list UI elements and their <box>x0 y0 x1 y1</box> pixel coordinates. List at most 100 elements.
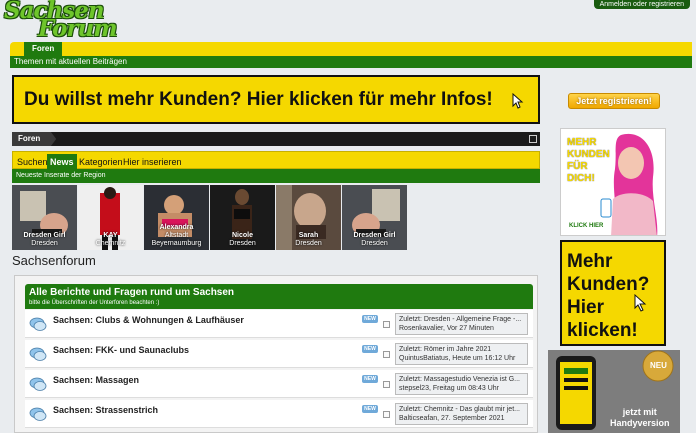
new-badge: NEW <box>362 345 378 353</box>
page-title: Sachsenforum <box>12 253 96 268</box>
ad2-line: Kunden? <box>567 274 650 295</box>
thumb-city: Dresden <box>31 240 58 247</box>
top-ad-banner[interactable]: Du willst mehr Kunden? Hier klicken für … <box>12 75 540 124</box>
tab-kategorien[interactable]: Kategorien <box>79 154 123 170</box>
tab-hier-inserieren[interactable]: Hier inserieren <box>123 154 182 170</box>
category-description: bitte die Überschriften der Unterforen b… <box>29 300 160 306</box>
forum-bubble-icon <box>29 377 47 391</box>
mark-read-icon[interactable] <box>383 411 390 418</box>
new-badge: NEW <box>362 315 378 323</box>
forum-row[interactable]: Sachsen: Strassenstrich NEW Zuletzt: Che… <box>25 400 533 428</box>
thumb-caption: Dresden Girl Dresden <box>12 232 77 248</box>
ad-thumbnails: Dresden Girl Dresden KAY Chemnitz Alexandr… <box>12 185 408 250</box>
forum-bubble-icon <box>29 407 47 421</box>
last-post-box[interactable]: Zuletzt: Massagestudio Venezia ist G... … <box>395 373 528 395</box>
last-post-meta: stepsel23, Freitag um 08:43 Uhr <box>399 385 499 392</box>
last-post-title[interactable]: Zuletzt: Dresden - Allgemeine Frage -... <box>399 315 524 324</box>
cursor-icon <box>512 92 524 114</box>
thumb-ad-1[interactable]: Dresden Girl Dresden <box>12 185 77 250</box>
forum-row[interactable]: Sachsen: Massagen NEW Zuletzt: Massagest… <box>25 370 533 398</box>
mark-read-icon[interactable] <box>383 321 390 328</box>
ads-panel: Suchen News Kategorien Hier inserieren N… <box>12 151 540 187</box>
ad3-line: Handyversion <box>610 418 670 428</box>
banner-text: Du willst mehr Kunden? Hier klicken für … <box>24 89 493 110</box>
thumb-name: Alexandra <box>159 224 194 231</box>
subnav-latest-threads[interactable]: Themen mit aktuellen Beiträgen <box>14 57 127 66</box>
ad2-line: Mehr <box>567 251 613 272</box>
ad1-line: DICH! <box>567 173 595 184</box>
main-nav: Foren <box>10 42 692 56</box>
ad3-line: jetzt mit <box>622 407 657 417</box>
tab-news[interactable]: News <box>47 154 77 170</box>
thumb-ad-5[interactable]: Sarah Dresden <box>276 185 341 250</box>
new-badge: NEW <box>362 405 378 413</box>
thumb-name: KAY <box>103 232 118 239</box>
thumb-name: Dresden Girl <box>353 232 396 239</box>
thumb-ad-3[interactable]: Alexandra Altstadt Beyernaumburg <box>144 185 209 250</box>
thumb-city: Dresden <box>229 240 256 247</box>
ads-subtitle: Neueste Inserate der Region <box>12 169 540 183</box>
mark-read-icon[interactable] <box>383 381 390 388</box>
forum-bubble-icon <box>29 317 47 331</box>
forum-title[interactable]: Sachsen: Massagen <box>53 375 139 385</box>
new-ribbon: NEU <box>650 361 667 370</box>
tab-suchen[interactable]: Suchen <box>17 154 48 170</box>
thumb-ad-6[interactable]: Dresden Girl Dresden <box>342 185 407 250</box>
ads-tabbar: Suchen News Kategorien Hier inserieren <box>12 151 540 170</box>
thumb-city: Dresden <box>361 240 388 247</box>
last-post-meta: Balticseafan, 27. September 2021 <box>399 415 505 422</box>
nav-tab-foren[interactable]: Foren <box>24 42 63 56</box>
sidebar-ad1-cta: KLICK HIER <box>569 223 604 229</box>
forum-category-box: Alle Berichte und Fragen rund um Sachsen… <box>14 275 538 433</box>
last-post-title[interactable]: Zuletzt: Römer im Jahre 2021 <box>399 345 524 354</box>
last-post-box[interactable]: Zuletzt: Römer im Jahre 2021 QuintusBati… <box>395 343 528 365</box>
thumb-caption: Nicole Dresden <box>210 232 275 248</box>
category-title: Alle Berichte und Fragen rund um Sachsen <box>29 287 235 298</box>
new-badge: NEW <box>362 375 378 383</box>
thumb-name: Nicole <box>231 232 253 239</box>
sidebar-ad-click-here[interactable]: Mehr Kunden? Hier klicken! <box>560 240 666 346</box>
ad2-line: klicken! <box>567 320 638 341</box>
category-header[interactable]: Alle Berichte und Fragen rund um Sachsen… <box>25 284 533 309</box>
forum-title[interactable]: Sachsen: Strassenstrich <box>53 405 158 415</box>
forum-title[interactable]: Sachsen: Clubs & Wohnungen & Laufhäuser <box>53 315 244 325</box>
forum-bubble-icon <box>29 347 47 361</box>
thumb-city: Altstadt Beyernaumburg <box>151 232 202 247</box>
last-post-meta: Rosenkavalier, Vor 27 Minuten <box>399 325 494 332</box>
thumb-ad-2[interactable]: KAY Chemnitz <box>78 185 143 250</box>
login-button[interactable]: Anmelden oder registrieren <box>593 0 690 9</box>
expand-icon[interactable] <box>529 135 537 143</box>
register-button[interactable]: Jetzt registrieren! <box>568 93 660 109</box>
sub-nav: Themen mit aktuellen Beiträgen <box>10 56 692 68</box>
thumb-caption: KAY Chemnitz <box>78 232 143 248</box>
sidebar-ad3-text: jetzt mit Handyversion <box>610 407 670 429</box>
thumb-city: Dresden <box>295 240 322 247</box>
last-post-box[interactable]: Zuletzt: Dresden - Allgemeine Frage -...… <box>395 313 528 335</box>
forum-row[interactable]: Sachsen: FKK- und Saunaclubs NEW Zuletzt… <box>25 340 533 368</box>
forum-row[interactable]: Sachsen: Clubs & Wohnungen & Laufhäuser … <box>25 310 533 338</box>
sidebar-ad1-headline: MEHR KUNDEN FÜR DICH! <box>567 137 610 185</box>
thumb-caption: Alexandra Altstadt Beyernaumburg <box>144 224 209 248</box>
forum-title[interactable]: Sachsen: FKK- und Saunaclubs <box>53 345 189 355</box>
last-post-meta: QuintusBatiatus, Heute um 16:12 Uhr <box>399 355 516 362</box>
ad1-line: FÜR <box>567 161 588 172</box>
thumb-ad-4[interactable]: Nicole Dresden <box>210 185 275 250</box>
ad1-line: KUNDEN <box>567 149 610 160</box>
last-post-title[interactable]: Zuletzt: Massagestudio Venezia ist G... <box>399 375 524 384</box>
breadcrumb-foren[interactable]: Foren <box>12 132 57 146</box>
breadcrumb: Foren <box>12 132 540 146</box>
thumb-caption: Dresden Girl Dresden <box>342 232 407 248</box>
site-logo[interactable]: Sachsen Forum <box>4 0 118 40</box>
thumb-name: Dresden Girl <box>23 232 66 239</box>
thumb-city: Chemnitz <box>95 240 126 247</box>
last-post-box[interactable]: Zuletzt: Chemnitz - Das glaubt mir jet..… <box>395 403 528 425</box>
site-header: Sachsen Forum Anmelden oder registrieren <box>0 0 696 40</box>
mark-read-icon[interactable] <box>383 351 390 358</box>
last-post-title[interactable]: Zuletzt: Chemnitz - Das glaubt mir jet..… <box>399 405 524 414</box>
thumb-name: Sarah <box>298 232 319 239</box>
thumb-caption: Sarah Dresden <box>276 232 341 248</box>
ad1-line: MEHR <box>567 137 597 148</box>
sidebar-ad-more-customers[interactable]: MEHR KUNDEN FÜR DICH! KLICK HIER <box>560 128 666 236</box>
sidebar-ad-mobile-version[interactable]: NEU jetzt mit Handyversion <box>548 350 680 433</box>
cursor-icon <box>634 294 647 312</box>
